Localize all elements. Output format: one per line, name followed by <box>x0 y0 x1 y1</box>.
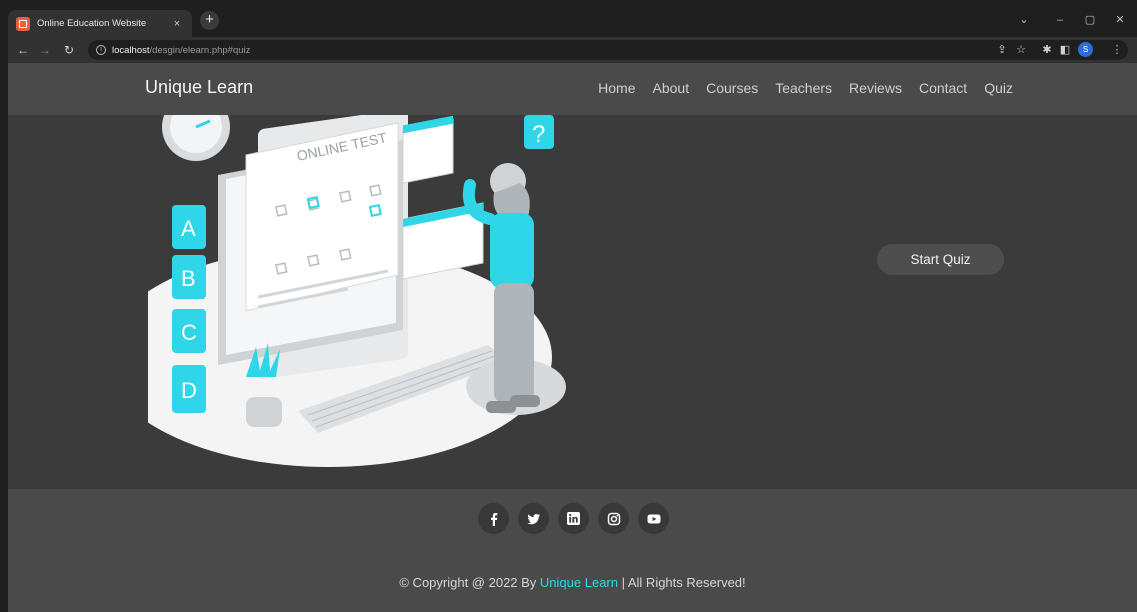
online-test-illustration: ONLINE TEST ? A B C D <box>148 115 566 467</box>
bookmark-star-icon[interactable]: ☆ <box>1012 41 1030 59</box>
url-host: localhost <box>112 44 150 56</box>
tab-title: Online Education Website <box>37 18 147 29</box>
nav-reviews[interactable]: Reviews <box>849 80 902 96</box>
forward-icon[interactable]: → <box>36 41 54 59</box>
address-bar[interactable]: i localhost /desgin/elearn.php#quiz <box>88 40 1128 60</box>
tab-strip: Online Education Website × + ⌄ – ▢ ✕ <box>8 0 1137 37</box>
block-b-label: B <box>181 266 196 291</box>
url-path: /desgin/elearn.php#quiz <box>149 44 251 56</box>
site-info-icon[interactable]: i <box>96 45 106 55</box>
twitter-icon[interactable] <box>518 503 549 534</box>
web-page: Unique Learn Home About Courses Teachers… <box>8 63 1137 612</box>
block-a-label: A <box>181 216 196 241</box>
social-links <box>478 503 669 534</box>
quiz-section: ONLINE TEST ? A B C D Start Quiz <box>8 115 1137 489</box>
copyright-brand-link[interactable]: Unique Learn <box>540 575 618 590</box>
nav-about[interactable]: About <box>653 80 690 96</box>
nav-teachers[interactable]: Teachers <box>775 80 832 96</box>
side-panel-icon[interactable]: ◧ <box>1056 41 1074 59</box>
linkedin-icon[interactable] <box>558 503 589 534</box>
restore-icon[interactable]: ▢ <box>1078 10 1102 30</box>
reload-icon[interactable]: ↻ <box>60 41 78 59</box>
browser-window: Online Education Website × + ⌄ – ▢ ✕ ← →… <box>0 0 1137 612</box>
youtube-icon[interactable] <box>638 503 669 534</box>
start-quiz-button[interactable]: Start Quiz <box>877 244 1004 275</box>
profile-avatar[interactable]: S <box>1078 42 1093 57</box>
browser-tab[interactable]: Online Education Website × <box>8 10 192 37</box>
main-nav: Home About Courses Teachers Reviews Cont… <box>598 80 1013 96</box>
facebook-icon[interactable] <box>478 503 509 534</box>
nav-courses[interactable]: Courses <box>706 80 758 96</box>
nav-home[interactable]: Home <box>598 80 635 96</box>
tab-close-icon[interactable]: × <box>170 18 184 30</box>
extensions-icon[interactable]: ✱ <box>1038 41 1056 59</box>
site-footer: © Copyright @ 2022 By Unique Learn | All… <box>8 489 1137 612</box>
block-d-label: D <box>181 378 197 403</box>
nav-quiz[interactable]: Quiz <box>984 80 1013 96</box>
menu-kebab-icon[interactable]: ⋮ <box>1108 41 1126 59</box>
instagram-icon[interactable] <box>598 503 629 534</box>
svg-text:?: ? <box>532 121 545 148</box>
new-tab-button[interactable]: + <box>200 11 219 30</box>
site-logo[interactable]: Unique Learn <box>145 77 253 98</box>
copyright-suffix: | All Rights Reserved! <box>617 575 746 590</box>
browser-toolbar: ← → ↻ i localhost /desgin/elearn.php#qui… <box>8 37 1137 63</box>
minimize-icon[interactable]: – <box>1048 10 1072 30</box>
copyright-prefix: © Copyright @ 2022 By <box>399 575 540 590</box>
share-icon[interactable]: ⇪ <box>993 41 1011 59</box>
close-window-icon[interactable]: ✕ <box>1108 10 1132 30</box>
copyright-text: © Copyright @ 2022 By Unique Learn | All… <box>8 575 1137 590</box>
tab-search-icon[interactable]: ⌄ <box>1012 10 1036 30</box>
site-favicon-icon <box>16 16 30 31</box>
site-header: Unique Learn Home About Courses Teachers… <box>8 63 1137 115</box>
back-icon[interactable]: ← <box>14 41 32 59</box>
block-c-label: C <box>181 320 197 345</box>
nav-contact[interactable]: Contact <box>919 80 967 96</box>
